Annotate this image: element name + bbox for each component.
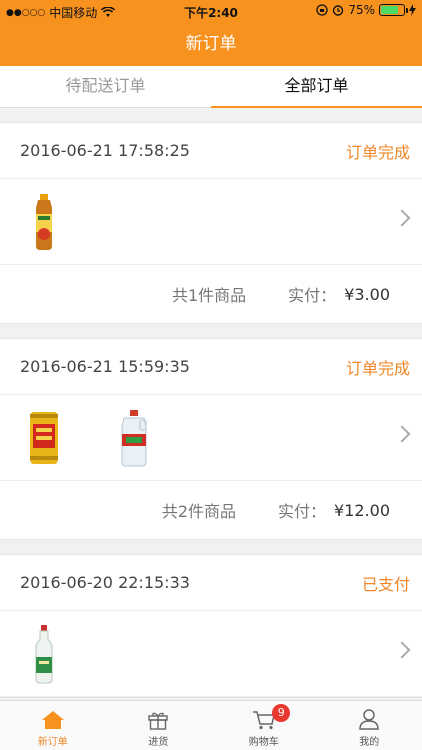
order-status: 订单完成 bbox=[345, 142, 410, 162]
status-bar: ●●○○○ 中国移动 下午2:40 75% bbox=[0, 0, 422, 22]
battery-icon bbox=[379, 4, 408, 16]
home-icon bbox=[41, 711, 64, 729]
cart-badge: 9 bbox=[272, 704, 291, 722]
order-goods-row[interactable] bbox=[0, 395, 422, 481]
alarm-icon bbox=[333, 5, 344, 16]
order-time: 2016-06-21 17:58:25 bbox=[20, 141, 190, 160]
water-jug-image bbox=[102, 406, 166, 470]
order-status: 已支付 bbox=[361, 574, 410, 594]
tabbar-label: 新订单 bbox=[37, 737, 68, 748]
charging-icon bbox=[409, 4, 416, 16]
order-time: 2016-06-20 22:15:33 bbox=[20, 573, 190, 592]
page-title: 新订单 bbox=[0, 22, 422, 66]
chevron-right-icon[interactable] bbox=[393, 641, 411, 659]
chevron-right-icon[interactable] bbox=[393, 209, 411, 227]
tab-pending-delivery[interactable]: 待配送订单 bbox=[0, 66, 211, 107]
battery-percent: 75% bbox=[348, 3, 375, 17]
order-time: 2016-06-21 15:59:35 bbox=[20, 357, 190, 376]
chevron-right-icon[interactable] bbox=[393, 425, 411, 443]
tabbar-item-new-orders[interactable]: 新订单 bbox=[0, 701, 106, 750]
liquor-bottle-image bbox=[12, 622, 76, 686]
item-count: 共1件商品 bbox=[171, 286, 247, 305]
paid-amount: ¥3.00 bbox=[344, 284, 390, 304]
order-status: 订单完成 bbox=[345, 358, 410, 378]
gift-icon bbox=[148, 712, 168, 730]
paid-label: 实付： bbox=[288, 286, 337, 305]
tabbar-label: 进货 bbox=[148, 737, 169, 748]
herbal-tea-can-image bbox=[12, 406, 76, 470]
order-goods-row[interactable] bbox=[0, 611, 422, 697]
order-list[interactable]: 2016-06-21 17:58:25 订单完成 共1件商品 实付： ¥3.00 bbox=[0, 108, 422, 700]
tab-all-orders[interactable]: 全部订单 bbox=[211, 66, 422, 108]
paid-label: 实付： bbox=[278, 502, 327, 521]
bottom-tab-bar: 新订单 进货 9 购物车 我的 bbox=[0, 700, 422, 750]
tabbar-label: 我的 bbox=[359, 737, 380, 748]
tea-bottle-image bbox=[12, 190, 76, 254]
user-icon bbox=[359, 709, 380, 730]
order-tabs: 待配送订单 全部订单 bbox=[0, 66, 422, 108]
tabbar-item-restock[interactable]: 进货 bbox=[106, 701, 212, 750]
tabbar-item-profile[interactable]: 我的 bbox=[317, 701, 422, 750]
order-goods-row[interactable] bbox=[0, 179, 422, 265]
paid-amount: ¥12.00 bbox=[334, 500, 390, 520]
order-card[interactable]: 2016-06-21 15:59:35 订单完成 共2件商品 实付： ¥12.0… bbox=[0, 338, 422, 540]
item-count: 共2件商品 bbox=[161, 502, 236, 521]
tabbar-label: 购物车 bbox=[248, 737, 279, 748]
tabbar-item-cart[interactable]: 9 购物车 bbox=[211, 701, 317, 750]
order-card[interactable]: 2016-06-21 17:58:25 订单完成 共1件商品 实付： ¥3.00 bbox=[0, 122, 422, 324]
order-card[interactable]: 2016-06-20 22:15:33 已支付 bbox=[0, 554, 422, 698]
rotation-lock-icon bbox=[316, 4, 328, 16]
